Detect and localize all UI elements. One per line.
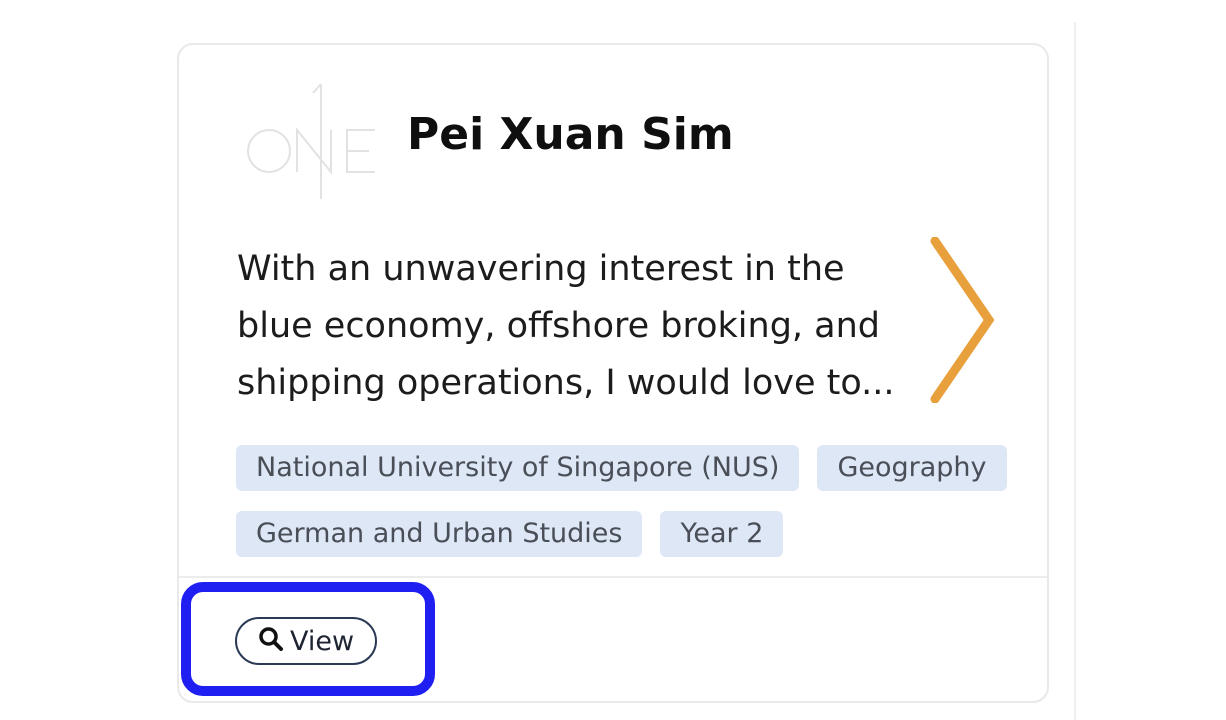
tag-year: Year 2 bbox=[660, 511, 784, 557]
profile-name: Pei Xuan Sim bbox=[407, 109, 734, 160]
profile-card: Pei Xuan Sim With an unwavering interest… bbox=[177, 43, 1049, 703]
tag-major: Geography bbox=[817, 445, 1007, 491]
tag-row: German and Urban Studies Year 2 bbox=[236, 511, 996, 557]
tag-row: National University of Singapore (NUS) G… bbox=[236, 445, 1007, 491]
column-divider bbox=[1074, 22, 1076, 720]
tag-list: National University of Singapore (NUS) G… bbox=[236, 445, 1007, 577]
page: Pei Xuan Sim With an unwavering interest… bbox=[0, 0, 1226, 720]
search-icon bbox=[258, 626, 284, 656]
one-logo-icon bbox=[247, 81, 377, 201]
profile-bio: With an unwavering interest in the blue … bbox=[237, 249, 895, 403]
view-button[interactable]: View bbox=[235, 617, 377, 665]
card-footer-divider bbox=[179, 576, 1047, 578]
chevron-right-icon[interactable] bbox=[927, 236, 997, 404]
view-button-label: View bbox=[289, 625, 355, 657]
tag-minor: German and Urban Studies bbox=[236, 511, 643, 557]
tag-university: National University of Singapore (NUS) bbox=[236, 445, 800, 491]
